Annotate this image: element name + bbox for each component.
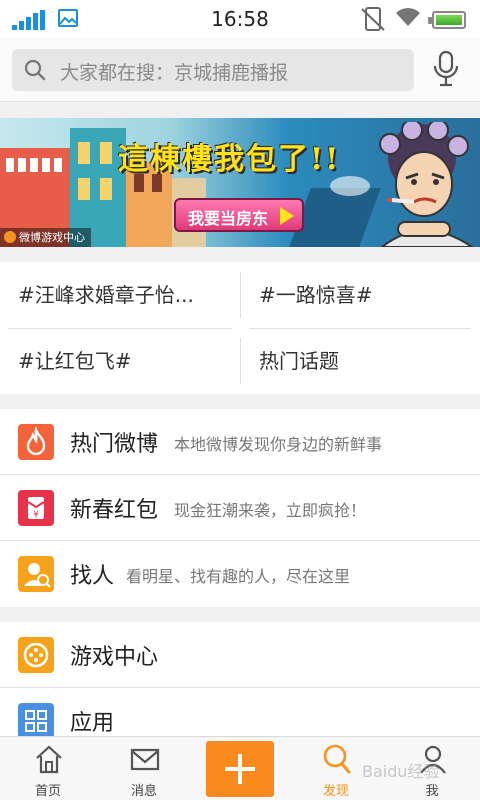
watermark: Baidu经验 [362, 762, 440, 781]
divider [249, 328, 471, 329]
tab-messages[interactable]: 消息 [104, 737, 184, 800]
promo-banner[interactable]: 這棟樓我包了!! 我要当房东 微博游戏中心 [0, 118, 480, 247]
microphone-icon[interactable] [432, 50, 460, 88]
list-item-find-people[interactable]: 找人 看明星、找有趣的人，尽在这里 [0, 541, 480, 607]
list-item-red-envelope[interactable]: ¥ 新春红包 现金狂潮来袭，立即疯抢！ [0, 475, 480, 541]
compose-plus-button[interactable] [206, 741, 274, 797]
hot-topics-link[interactable]: 热门话题 [241, 328, 480, 394]
discover-icon [323, 744, 351, 774]
home-icon [36, 745, 62, 774]
list-item-game-center[interactable]: 游戏中心 [0, 622, 480, 688]
trending-topics: #汪峰求婚章子怡... #一路惊喜# #让红包飞# 热门话题 [0, 262, 480, 394]
topic-item[interactable]: #让红包飞# [0, 328, 240, 394]
banner-cta-button[interactable]: 我要当房东 [174, 198, 304, 232]
wifi-icon [396, 8, 420, 26]
topic-item[interactable]: #汪峰求婚章子怡... [0, 262, 240, 328]
banner-cta-label: 我要当房东 [188, 209, 269, 228]
no-sim-icon [361, 7, 385, 31]
gamepad-icon [18, 637, 54, 673]
tab-label: 我 [425, 784, 439, 799]
divider [240, 272, 241, 318]
search-placeholder: 大家都在搜：京城捕鹿播报 [60, 62, 289, 84]
banner-headline: 這棟樓我包了!! [118, 142, 341, 177]
list-item-title: 找人 [70, 564, 115, 589]
svg-text:¥: ¥ [33, 510, 39, 520]
message-icon [130, 748, 160, 771]
list-item-desc: 看明星、找有趣的人，尽在这里 [126, 567, 351, 586]
banner-source-tag: 微博游戏中心 [0, 228, 91, 247]
topic-item[interactable]: #一路惊喜# [241, 262, 480, 328]
status-bar: 16:58 [0, 0, 480, 38]
list-item-title: 应用 [70, 711, 115, 736]
flame-icon [18, 424, 54, 460]
discover-section: 热门微博 本地微博发现你身边的新鲜事 ¥ 新春红包 现金狂潮来袭，立即疯抢！ 找… [0, 409, 480, 607]
tab-home[interactable]: 首页 [8, 737, 88, 800]
apps-grid-icon [18, 703, 54, 736]
tab-label: 消息 [130, 784, 157, 799]
play-arrow-icon [280, 207, 294, 225]
divider [8, 328, 232, 329]
list-item-title: 新春红包 [70, 498, 159, 523]
cartoon-lady-illustration [379, 122, 474, 247]
tab-label: 发现 [322, 784, 349, 799]
battery-icon [428, 11, 466, 29]
list-item-title: 热门微博 [70, 432, 159, 457]
search-input[interactable]: 大家都在搜：京城捕鹿播报 [12, 49, 414, 91]
list-item-desc: 本地微博发现你身边的新鲜事 [174, 435, 383, 454]
list-item-title: 游戏中心 [70, 645, 159, 670]
find-people-icon [18, 556, 54, 592]
divider [240, 338, 241, 384]
search-icon [24, 59, 46, 81]
apps-section: 游戏中心 应用 [0, 622, 480, 736]
search-bar: 大家都在搜：京城捕鹿播报 [0, 38, 480, 102]
tab-label: 首页 [34, 784, 61, 799]
list-item-desc: 现金狂潮来袭，立即疯抢！ [174, 501, 367, 520]
red-envelope-icon: ¥ [18, 490, 54, 526]
list-item-apps[interactable]: 应用 [0, 688, 480, 736]
weibo-game-logo-icon [4, 231, 16, 243]
list-item-hot-weibo[interactable]: 热门微博 本地微博发现你身边的新鲜事 [0, 409, 480, 475]
